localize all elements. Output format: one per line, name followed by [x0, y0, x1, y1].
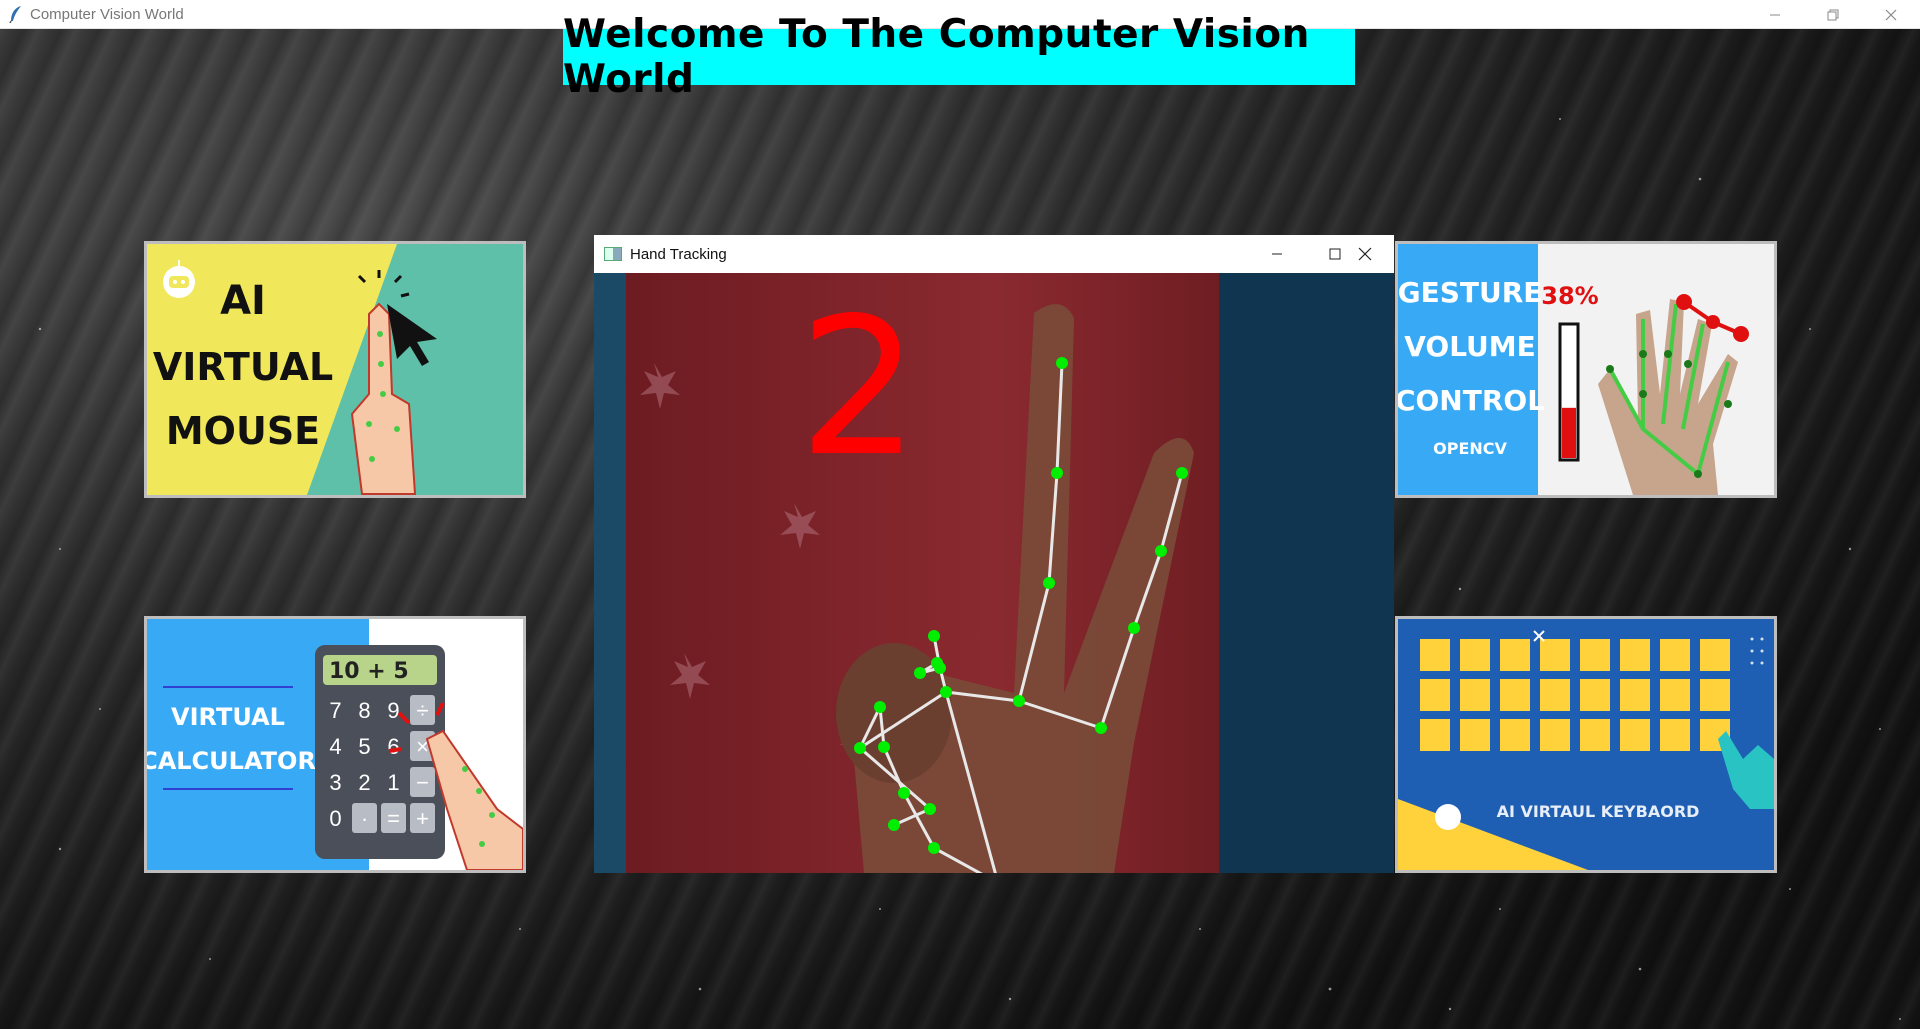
- keyboard-key: [1460, 639, 1490, 671]
- keyboard-key: [1540, 679, 1570, 711]
- hand-landmark: [940, 686, 952, 698]
- keyboard-key: [1620, 679, 1650, 711]
- hand-landmark: [1051, 467, 1063, 479]
- minimize-button[interactable]: [1746, 0, 1804, 29]
- keyboard-key: [1620, 639, 1650, 671]
- calculator-key-label: 6: [387, 734, 399, 759]
- calculator-title-line1: VIRTUAL: [171, 703, 285, 731]
- calculator-display: 10 + 5: [329, 659, 409, 684]
- hand-landmark: [1043, 577, 1055, 589]
- ht-minimize-button[interactable]: [1248, 235, 1306, 273]
- keyboard-key: [1660, 639, 1690, 671]
- keyboard-key: [1540, 639, 1570, 671]
- ai-virtual-keyboard-card[interactable]: AI VIRTAUL KEYBAORD: [1395, 616, 1777, 873]
- hand-landmark: [874, 701, 886, 713]
- hand-landmark: [928, 630, 940, 642]
- hand-landmark: [854, 742, 866, 754]
- volume-percent: 38%: [1541, 282, 1598, 310]
- calculator-key-label: 1: [387, 770, 399, 795]
- keyboard-key: [1580, 639, 1610, 671]
- keyboard-key: [1580, 719, 1610, 751]
- hand-landmark: [1095, 722, 1107, 734]
- calculator-key-label: =: [387, 806, 400, 831]
- volume-title-line4: OPENCV: [1433, 439, 1507, 458]
- calculator-key-label: ×: [416, 734, 429, 759]
- calculator-key-label: +: [416, 806, 429, 831]
- hand-landmark: [1128, 622, 1140, 634]
- hand-tracking-titlebar: Hand Tracking: [594, 235, 1394, 273]
- feather-icon: [6, 4, 26, 24]
- hand-landmark: [1056, 357, 1068, 369]
- keyboard-key: [1620, 719, 1650, 751]
- hand-landmark: [1176, 467, 1188, 479]
- hand-landmark: [1155, 545, 1167, 557]
- keyboard-key: [1460, 679, 1490, 711]
- calculator-key-label: ·: [361, 806, 368, 831]
- calculator-key-label: 2: [358, 770, 370, 795]
- calculator-key-label: 9: [387, 698, 399, 723]
- window-title: Computer Vision World: [30, 5, 184, 23]
- keyboard-key: [1660, 679, 1690, 711]
- close-button[interactable]: [1862, 0, 1920, 29]
- gesture-volume-control-card[interactable]: GESTURE VOLUME CONTROL OPENCV 38%: [1395, 241, 1777, 498]
- hand-landmark: [878, 741, 890, 753]
- ai-virtual-mouse-card[interactable]: AI VIRTUAL MOUSE: [144, 241, 526, 498]
- keyboard-key: [1500, 679, 1530, 711]
- calculator-key-label: −: [416, 770, 429, 795]
- hand-landmark: [898, 787, 910, 799]
- volume-bar: [1558, 322, 1580, 462]
- calculator-key-label: 3: [329, 770, 341, 795]
- keyboard-key: [1700, 639, 1730, 671]
- calculator-illustration: 10 + 5 7 8 9 ÷ 4 5 6 × 3 2 1 − 0 · = +: [315, 645, 445, 859]
- calculator-key-label: ÷: [416, 698, 428, 723]
- keyboard-key: [1500, 719, 1530, 751]
- mouse-title-line2: VIRTUAL: [153, 345, 333, 389]
- calculator-key-label: 8: [358, 698, 370, 723]
- keyboard-title: AI VIRTAUL KEYBAORD: [1497, 802, 1700, 821]
- keyboard-key: [1700, 679, 1730, 711]
- opencv-window-icon: [604, 247, 622, 261]
- hand-landmark: [888, 819, 900, 831]
- finger-count: 2: [799, 277, 920, 498]
- keyboard-key: [1420, 719, 1450, 751]
- virtual-calculator-card[interactable]: VIRTUAL CALCULATOR 10 + 5 7 8 9 ÷ 4 5 6 × 3 2 1− 0 ·…: [144, 616, 526, 873]
- hand-landmark: [928, 842, 940, 854]
- banner-text: Welcome To The Computer Vision World: [563, 12, 1310, 102]
- volume-title-line3: CONTROL: [1398, 384, 1545, 417]
- hand-landmark: [931, 657, 943, 669]
- welcome-banner: Welcome To The Computer Vision World: [563, 12, 1355, 102]
- calculator-key-label: 0: [329, 806, 341, 831]
- keyboard-key: [1420, 679, 1450, 711]
- volume-title-line2: VOLUME: [1404, 330, 1536, 363]
- camera-feed: 2: [594, 273, 1394, 873]
- keyboard-key: [1580, 679, 1610, 711]
- calculator-key-label: 7: [329, 698, 341, 723]
- ht-close-button[interactable]: [1336, 235, 1394, 273]
- keyboard-key: [1460, 719, 1490, 751]
- calculator-title-line2: CALCULATOR: [147, 747, 316, 775]
- mouse-title-line3: MOUSE: [166, 409, 320, 453]
- keyboard-key: [1660, 719, 1690, 751]
- mouse-title-line1: AI: [220, 278, 266, 324]
- calculator-key-label: 4: [329, 734, 341, 759]
- restore-button[interactable]: [1804, 0, 1862, 29]
- hand-tracking-window[interactable]: Hand Tracking 2: [594, 235, 1394, 873]
- hand-landmark: [1013, 695, 1025, 707]
- keyboard-key: [1500, 639, 1530, 671]
- keyboard-key: [1420, 639, 1450, 671]
- hand-landmark: [914, 667, 926, 679]
- volume-title-line1: GESTURE: [1398, 276, 1542, 309]
- keyboard-key: [1540, 719, 1570, 751]
- hand-tracking-title: Hand Tracking: [630, 245, 727, 263]
- calculator-key-label: 5: [358, 734, 370, 759]
- hand-landmark: [924, 803, 936, 815]
